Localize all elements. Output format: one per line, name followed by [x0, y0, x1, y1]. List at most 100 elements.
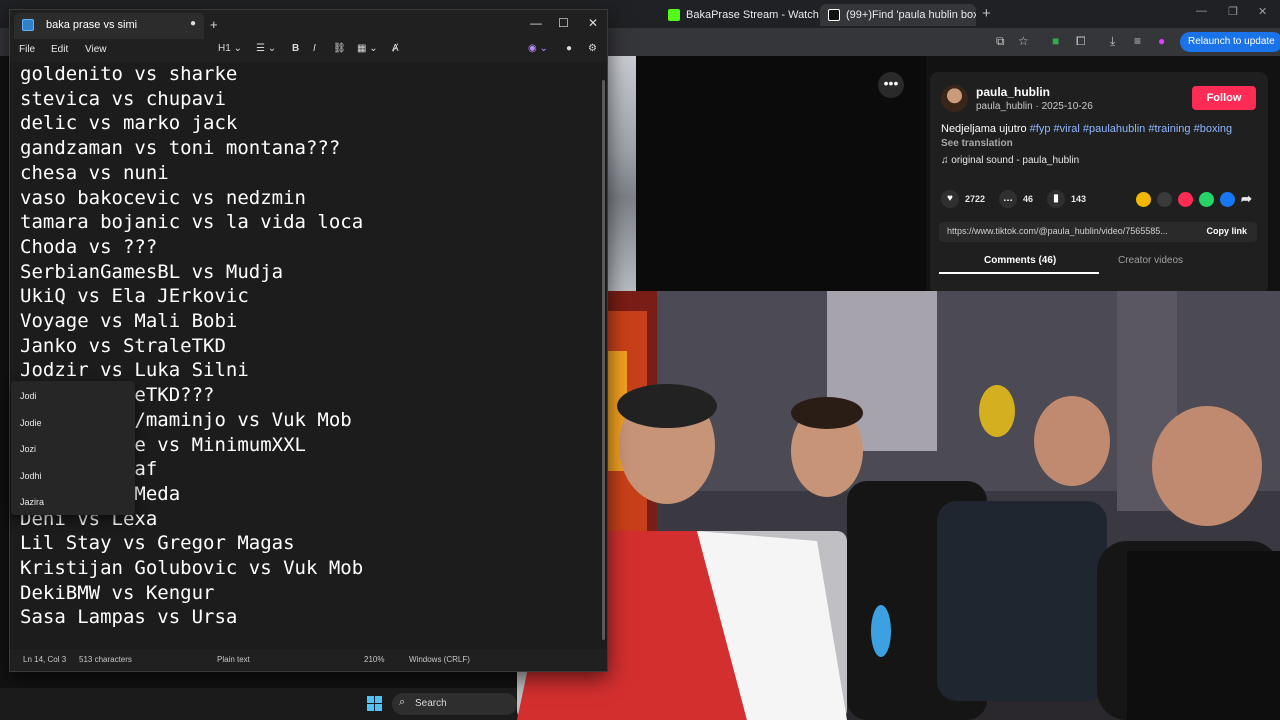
caption-text: Nedjeljama ujutro: [941, 123, 1027, 135]
text-line: UkiQ vs Ela JErkovic: [20, 285, 249, 308]
save-count: 143: [1071, 194, 1087, 204]
tab-creator-videos[interactable]: Creator videos: [1118, 255, 1183, 266]
notepad-tab[interactable]: baka prase vs simi ●: [14, 13, 204, 39]
share-arrow-icon[interactable]: ➦: [1241, 191, 1252, 207]
start-windows-icon[interactable]: [367, 696, 382, 711]
hashtag-link[interactable]: #fyp: [1030, 123, 1051, 135]
text-line: Janko vs StraleTKD: [20, 334, 226, 357]
video-frame-visible: [608, 56, 636, 292]
reading-list-icon[interactable]: ≡: [1134, 34, 1141, 48]
sound-link[interactable]: ♫ original sound - paula_hublin: [941, 155, 1079, 166]
see-translation-link[interactable]: See translation: [941, 138, 1013, 149]
webcam-scene: [517, 291, 1280, 720]
clear-format-icon[interactable]: Ⱥ: [392, 43, 399, 54]
close-icon[interactable]: ✕: [588, 16, 598, 30]
menu-edit[interactable]: Edit: [51, 44, 68, 55]
menu-file[interactable]: File: [19, 44, 35, 55]
more-options-icon[interactable]: •••: [878, 72, 904, 98]
text-line: vaso bakocevic vs nedzmin: [20, 186, 306, 209]
whatsapp-icon[interactable]: [1199, 192, 1214, 207]
minimize-icon[interactable]: —: [530, 16, 542, 30]
browser-tab-kick[interactable]: BakaPrase Stream - Watch Live ✕: [660, 4, 820, 26]
line-ending[interactable]: Windows (CRLF): [409, 655, 470, 664]
account-icon[interactable]: ●: [566, 43, 572, 54]
zoom-level[interactable]: 210%: [364, 655, 384, 664]
notepad-window: baka prase vs simi ● + — ☐ ✕ File Edit V…: [9, 9, 608, 672]
hashtag-link[interactable]: #viral: [1054, 123, 1080, 135]
browser-tab-title: (99+)Find 'paula hublin box' on: [846, 9, 976, 21]
chevron-down-icon: ⌄: [233, 43, 242, 54]
save-button[interactable]: ▮ 143: [1047, 190, 1086, 208]
notepad-tab-title: baka prase vs simi: [46, 19, 138, 31]
vertical-scrollbar[interactable]: [602, 80, 605, 640]
hashtag-link[interactable]: #training: [1148, 123, 1190, 135]
like-button[interactable]: ♥ 2722: [941, 190, 985, 208]
repost-icon[interactable]: [1178, 192, 1193, 207]
search-label: Search: [415, 698, 447, 709]
text-line: DekiBMW vs Kengur: [20, 581, 215, 604]
tab-comments[interactable]: Comments (46): [984, 255, 1056, 266]
extensions-puzzle-icon[interactable]: ⧠: [1076, 34, 1086, 49]
avatar[interactable]: [941, 85, 968, 112]
username[interactable]: paula_hublin: [976, 85, 1050, 99]
settings-gear-icon[interactable]: ⚙: [588, 43, 597, 54]
action-bar: ♥ 2722 … 46 ▮ 143 ➦: [941, 190, 1261, 210]
link-icon[interactable]: ⛓: [333, 43, 346, 54]
file-format[interactable]: Plain text: [217, 655, 250, 664]
embed-icon[interactable]: [1157, 192, 1172, 207]
bold-icon[interactable]: B: [292, 43, 299, 54]
music-note-icon: ♫: [941, 155, 949, 166]
suggestion-item[interactable]: Jodhi: [20, 471, 42, 481]
new-tab-icon[interactable]: +: [210, 17, 218, 32]
text-line: Voyage vs Mali Bobi: [20, 310, 238, 333]
text-line: stevica vs chupavi: [20, 87, 226, 110]
follow-button[interactable]: Follow: [1192, 86, 1256, 110]
browser-tab-tiktok[interactable]: (99+)Find 'paula hublin box' on ✕: [820, 4, 976, 26]
bookmark-star-icon[interactable]: ☆: [1018, 34, 1029, 48]
notepad-text-area[interactable]: goldenito vs sharke stevica vs chupavi d…: [10, 62, 607, 652]
profile-icon[interactable]: ●: [1158, 34, 1165, 48]
relaunch-button[interactable]: Relaunch to update: [1180, 32, 1280, 52]
maximize-icon[interactable]: ❐: [1228, 5, 1238, 18]
maximize-icon[interactable]: ☐: [558, 16, 569, 30]
table-dropdown-icon[interactable]: ▦ ⌄: [357, 43, 378, 54]
text-line: Jodzir vs Luka Silni: [20, 359, 249, 382]
search-icon: ⌕: [399, 696, 406, 708]
hashtag-link[interactable]: #paulahublin: [1083, 123, 1145, 135]
kick-favicon-icon: [668, 9, 680, 21]
heading-dropdown[interactable]: H1 ⌄: [218, 43, 242, 54]
taskbar-search[interactable]: ⌕ Search: [392, 693, 517, 715]
unsaved-dot-icon[interactable]: ●: [186, 17, 200, 31]
suggestion-item[interactable]: Jodie: [20, 418, 42, 428]
text-line: Choda vs ???: [20, 235, 158, 258]
suggestion-item[interactable]: Jozi: [20, 444, 36, 454]
copy-link-button[interactable]: Copy link: [1206, 226, 1247, 236]
text-line: SerbianGamesBL vs Mudja: [20, 260, 284, 283]
menu-view[interactable]: View: [85, 44, 107, 55]
share-friends-icon[interactable]: [1136, 192, 1151, 207]
panel-tabs: Comments (46) Creator videos: [930, 252, 1268, 274]
facebook-icon[interactable]: [1220, 192, 1235, 207]
copilot-icon[interactable]: ◉ ⌄: [528, 43, 548, 54]
suggestion-item[interactable]: Jazira: [20, 497, 44, 507]
text-line: Sasa Lampas vs Ursa: [20, 606, 238, 629]
text-line: goldenito vs sharke: [20, 63, 238, 85]
text-line: tamara bojanic vs la vida loca: [20, 211, 364, 234]
video-details-panel: paula_hublin paula_hublin · 2025-10-26 F…: [930, 72, 1268, 294]
cast-icon[interactable]: ⧉: [996, 34, 1005, 49]
new-tab-icon[interactable]: +: [982, 5, 991, 22]
italic-icon[interactable]: I: [313, 43, 316, 54]
character-count: 513 characters: [79, 655, 132, 664]
notepad-statusbar: Ln 14, Col 3 513 characters Plain text 2…: [10, 649, 607, 671]
suggestion-item[interactable]: Jodi: [20, 391, 37, 401]
list-dropdown-icon[interactable]: ☰ ⌄: [256, 43, 276, 54]
hashtag-link[interactable]: #boxing: [1194, 123, 1233, 135]
browser-tab-title: BakaPrase Stream - Watch Live: [686, 9, 820, 21]
download-icon[interactable]: ⤓: [1110, 34, 1115, 49]
comment-button[interactable]: … 46: [999, 190, 1033, 208]
extension-grammarly-icon[interactable]: ■: [1052, 34, 1059, 48]
close-window-icon[interactable]: ✕: [1258, 5, 1267, 18]
cursor-position: Ln 14, Col 3: [23, 655, 67, 664]
minimize-icon[interactable]: —: [1196, 5, 1207, 17]
tiktok-favicon-icon: [828, 9, 840, 21]
